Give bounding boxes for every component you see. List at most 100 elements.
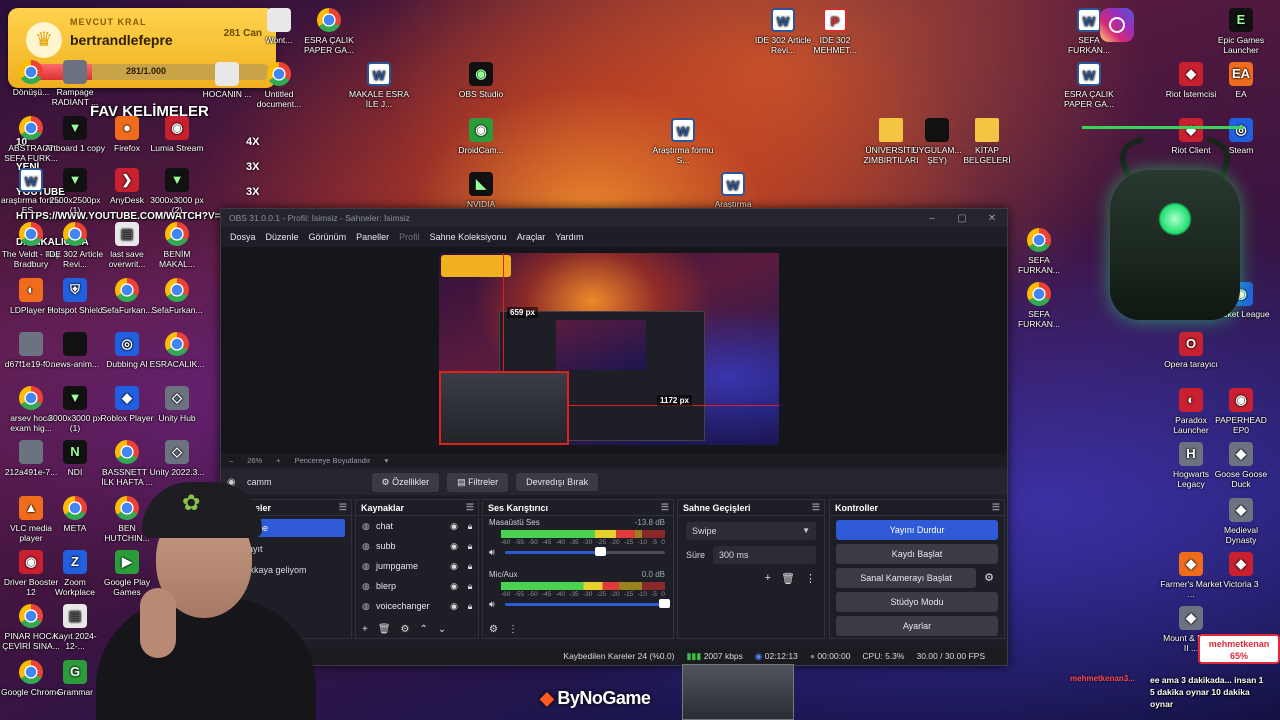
desktop-icon-label: Goose Goose Duck <box>1214 469 1268 489</box>
menu-edit[interactable]: Düzenle <box>261 232 304 242</box>
eye-icon[interactable]: ◉ <box>446 541 462 552</box>
desktop-icon[interactable]: HOCANIN ... <box>196 62 258 99</box>
volume-slider[interactable] <box>505 599 670 608</box>
transition-select[interactable]: Swipe ▼ <box>686 522 816 540</box>
lock-icon[interactable]: 🔒︎ <box>462 561 478 572</box>
desktop-icon[interactable]: ◆ Medieval Dynasty <box>1210 498 1272 545</box>
trash-icon[interactable]: 🗑︎ <box>378 624 391 635</box>
obs-titlebar[interactable]: OBS 31.0.0.1 - Profil: İsimsiz - Sahnele… <box>221 209 1007 227</box>
source-item[interactable]: ◍ subb ◉ 🔒︎ <box>356 536 478 556</box>
dock-menu-icon[interactable]: ☰ <box>466 502 474 513</box>
speaker-icon[interactable]: 🔊︎ <box>489 547 495 558</box>
properties-button[interactable]: ⚙ Özellikler <box>371 472 440 492</box>
source-item[interactable]: ◍ jumpgame ◉ 🔒︎ <box>356 556 478 576</box>
studio-mode-button[interactable]: Stüdyo Modu <box>836 592 998 612</box>
desktop-icon[interactable]: W MAKALE ESRA İLE J... <box>348 62 410 109</box>
eye-icon[interactable]: ◉ <box>446 521 462 532</box>
add-icon[interactable]: + <box>362 624 368 635</box>
desktop-icon[interactable]: ◇ Unity Hub <box>146 386 208 423</box>
desktop-icon[interactable]: ◉ OBS Studio <box>450 62 512 99</box>
add-icon[interactable]: + <box>765 572 771 585</box>
menu-help[interactable]: Yardım <box>550 232 588 242</box>
desktop-icon[interactable]: ◆ Victoria 3 <box>1210 552 1272 589</box>
desktop-icon[interactable]: ◉ DroidCam... <box>450 118 512 155</box>
desktop-icon[interactable]: ESRA ÇALIK PAPER GA... <box>298 8 360 55</box>
browser-source-icon: ◍ <box>362 580 370 591</box>
speaker-icon[interactable]: 🔊︎ <box>489 599 495 610</box>
source-item[interactable]: ◍ blerp ◉ 🔒︎ <box>356 576 478 596</box>
desktop-icon[interactable]: BENİM MAKAL... <box>146 222 208 269</box>
zoom-fit[interactable]: Pencereye Boyutlandır <box>295 456 371 465</box>
more-icon[interactable]: ⋮ <box>805 572 816 585</box>
desktop-icon[interactable]: E Epic Games Launcher <box>1210 8 1272 55</box>
source-item[interactable]: ◍ chat ◉ 🔒︎ <box>356 516 478 536</box>
eye-icon[interactable]: ◉ <box>446 581 462 592</box>
desktop-icon[interactable]: EA EA <box>1210 62 1272 99</box>
dock-menu-icon[interactable]: ☰ <box>661 502 669 513</box>
eye-icon[interactable]: ◉ <box>446 601 462 612</box>
desktop-icon[interactable]: KİTAP BELGELERİ <box>956 118 1018 165</box>
desktop-icon[interactable]: ◆ Goose Goose Duck <box>1210 442 1272 489</box>
menu-tools[interactable]: Araçlar <box>512 232 551 242</box>
scale-tick: -20 <box>610 539 620 546</box>
preview-area[interactable]: 659 px 1172 px <box>221 247 1007 453</box>
volume-slider[interactable] <box>505 547 665 556</box>
dock-menu-icon[interactable]: ☰ <box>339 502 347 513</box>
desktop-icon[interactable]: ◉ PAPERHEAD EP0 <box>1210 388 1272 435</box>
desktop-icon[interactable]: ◇ Unity 2022.3... <box>146 440 208 477</box>
arrow-down-icon[interactable]: ⌄ <box>438 624 446 635</box>
desktop-icon[interactable]: ◉ Lumia Stream <box>146 116 208 153</box>
dock-menu-icon[interactable]: ☰ <box>812 502 820 513</box>
gear-icon[interactable]: ⚙ <box>401 624 410 635</box>
desktop-icon-label: Hotspot Shield <box>47 305 103 315</box>
broadcast-icon: ◉ <box>754 650 763 661</box>
lock-icon[interactable]: 🔒︎ <box>462 521 478 532</box>
desktop-icon[interactable]: SEFA FURKAN... <box>1008 282 1070 329</box>
desktop-icon[interactable]: SEFA FURKAN... <box>1008 228 1070 275</box>
close-icon[interactable]: ✕ <box>977 213 1007 224</box>
more-icon[interactable]: ⋮ <box>508 624 518 635</box>
obs-window[interactable]: OBS 31.0.0.1 - Profil: İsimsiz - Sahnele… <box>220 208 1008 666</box>
zoom-out-icon[interactable]: – <box>229 456 233 465</box>
desktop-icon[interactable]: ▼ 3000x3000 px (2) <box>146 168 208 215</box>
volume-slider-knob[interactable] <box>659 599 670 608</box>
duration-row: Süre 300 ms <box>686 546 816 564</box>
preview-canvas[interactable]: 659 px 1172 px <box>439 253 779 445</box>
lock-icon[interactable]: 🔒︎ <box>462 541 478 552</box>
dock-menu-icon[interactable]: ☰ <box>992 502 1000 513</box>
preview-webcam-source[interactable] <box>439 371 569 445</box>
lock-icon[interactable]: 🔒︎ <box>462 601 478 612</box>
desktop-icon[interactable]: Rampage RADIANT ... <box>44 60 106 107</box>
desktop-icon[interactable]: W ESRA ÇALIK PAPER GA... <box>1058 62 1120 109</box>
volume-slider-knob[interactable] <box>595 547 606 556</box>
source-item[interactable]: ◍ voicechanger ◉ 🔒︎ <box>356 596 478 616</box>
duration-input[interactable]: 300 ms <box>713 546 816 564</box>
menu-docks[interactable]: Paneller <box>351 232 394 242</box>
menu-profile[interactable]: Profil <box>394 232 425 242</box>
settings-button[interactable]: Ayarlar <box>836 616 998 636</box>
arrow-up-icon[interactable]: ⌃ <box>420 624 428 635</box>
minimize-icon[interactable]: – <box>917 213 947 224</box>
app-icon: ▲ <box>19 496 43 520</box>
filters-button[interactable]: ▤ Filtreler <box>447 472 509 492</box>
desktop-icon[interactable]: W Araştırma formu S... <box>652 118 714 165</box>
menu-file[interactable]: Dosya <box>225 232 261 242</box>
trash-icon[interactable]: 🗑︎ <box>781 572 795 585</box>
deactivate-button[interactable]: Devredışı Bırak <box>516 473 599 491</box>
chat-message: ee ama 3 dakikada... insan 1 5 dakika oy… <box>1150 675 1264 709</box>
desktop-icon[interactable]: ESRACALIK... <box>146 332 208 369</box>
advanced-audio-icon[interactable]: ⚙ <box>489 624 498 635</box>
start-recording-button[interactable]: Kaydı Başlat <box>836 544 998 564</box>
maximize-icon[interactable]: ▢ <box>947 213 977 224</box>
menu-scene-collection[interactable]: Sahne Koleksiyonu <box>425 232 512 242</box>
start-virtual-camera-button[interactable]: Sanal Kamerayı Başlat ⚙ <box>836 568 994 588</box>
lock-icon[interactable]: 🔒︎ <box>462 581 478 592</box>
zoom-in-icon[interactable]: + <box>276 456 280 465</box>
menu-view[interactable]: Görünüm <box>304 232 352 242</box>
eye-icon[interactable]: ◉ <box>446 561 462 572</box>
gear-icon[interactable]: ⚙ <box>980 568 998 588</box>
stop-streaming-button[interactable]: Yayını Durdur <box>836 520 998 540</box>
desktop-icon[interactable]: SefaFurkan... <box>146 278 208 315</box>
desktop-icon[interactable]: P IDE 302 MEHMET... <box>804 8 866 55</box>
chevron-down-icon[interactable]: ▾ <box>384 456 388 465</box>
